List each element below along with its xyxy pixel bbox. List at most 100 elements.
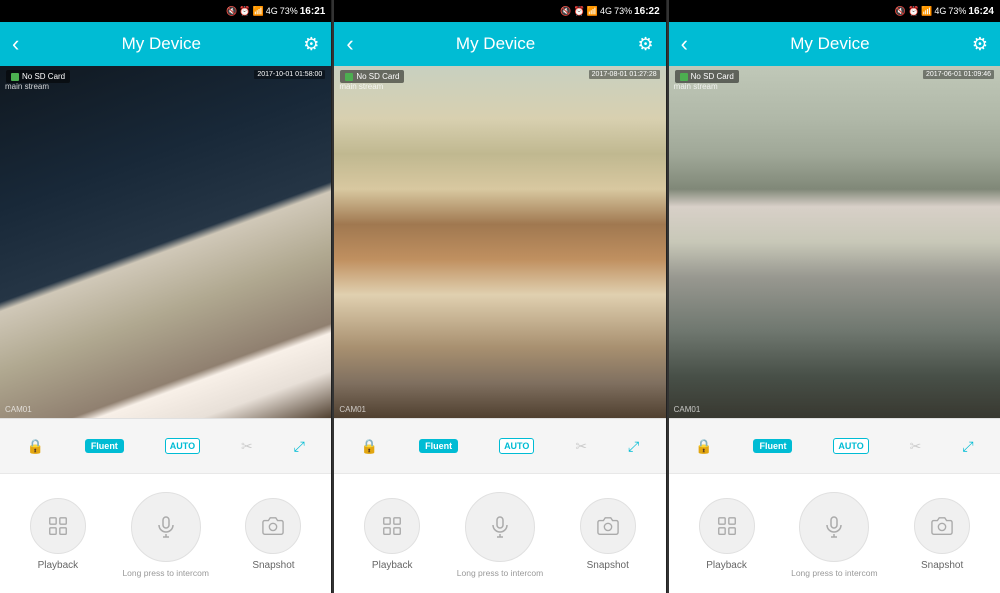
intercom-button-label: Long press to intercom <box>791 568 877 578</box>
snapshot-button[interactable]: Snapshot <box>554 498 662 571</box>
device-panel-3: 🔇 ⏰ 📶 4G 73% 16:24 ‹ My Device ⚙ No SD C… <box>669 0 1000 593</box>
intercom-button[interactable]: Long press to intercom <box>446 492 554 578</box>
fluent-badge: Fluent <box>85 439 124 453</box>
scissors-button[interactable]: ✂ <box>575 438 587 455</box>
scissors-icon: ✂ <box>575 438 587 455</box>
lock-icon: 🔒 <box>26 438 43 455</box>
status-bar-2: 🔇 ⏰ 📶 4G 73% 16:22 <box>334 0 665 22</box>
intercom-button[interactable]: Long press to intercom <box>112 492 220 578</box>
auto-button[interactable]: AUTO <box>499 438 534 454</box>
controls-bar-2: 🔒 Fluent AUTO ✂ ⤢ <box>334 418 665 473</box>
scissors-button[interactable]: ✂ <box>910 438 922 455</box>
sd-card-label: No SD Card <box>22 72 65 81</box>
stream-label: main stream <box>674 82 718 91</box>
settings-button[interactable]: ⚙ <box>303 34 319 55</box>
auto-button[interactable]: AUTO <box>165 438 200 454</box>
time-display: 16:21 <box>300 6 326 17</box>
expand-button[interactable]: ⤢ <box>962 438 973 455</box>
fluent-button[interactable]: Fluent <box>753 439 792 453</box>
back-button[interactable]: ‹ <box>12 31 19 57</box>
expand-button[interactable]: ⤢ <box>294 438 305 455</box>
back-button[interactable]: ‹ <box>346 31 353 57</box>
snapshot-icon <box>597 515 619 537</box>
device-panel-2: 🔇 ⏰ 📶 4G 73% 16:22 ‹ My Device ⚙ No SD C… <box>334 0 666 593</box>
main-layout: 🔇 ⏰ 📶 4G 73% 16:21 ‹ My Device ⚙ No SD C… <box>0 0 1000 593</box>
camera-timestamp: 2017-06-01 01:09:46 <box>923 70 994 79</box>
cam-id-label: CAM01 <box>5 405 32 414</box>
page-title: My Device <box>19 34 303 54</box>
page-title: My Device <box>354 34 638 54</box>
scissors-button[interactable]: ✂ <box>241 438 253 455</box>
snapshot-button-circle <box>245 498 301 554</box>
auto-button[interactable]: AUTO <box>833 438 868 454</box>
settings-button[interactable]: ⚙ <box>972 34 988 55</box>
playback-button[interactable]: Playback <box>673 498 781 571</box>
top-bar-3: ‹ My Device ⚙ <box>669 22 1000 66</box>
wifi-icon: 📶 <box>253 6 264 17</box>
wifi-icon: 📶 <box>921 6 932 17</box>
cam-id-label: CAM01 <box>674 405 701 414</box>
snapshot-button-circle <box>914 498 970 554</box>
playback-button-label: Playback <box>38 560 79 571</box>
sd-dot-icon <box>11 73 19 81</box>
playback-button[interactable]: Playback <box>338 498 446 571</box>
mute-icon: 🔇 <box>560 6 571 17</box>
action-bar-3: Playback Long press to intercom <box>669 473 1000 593</box>
playback-button[interactable]: Playback <box>4 498 112 571</box>
fluent-button[interactable]: Fluent <box>85 439 124 453</box>
network-icon: 4G <box>934 6 946 16</box>
time-display: 16:22 <box>634 6 660 17</box>
wifi-icon: 📶 <box>587 6 598 17</box>
status-bar-3: 🔇 ⏰ 📶 4G 73% 16:24 <box>669 0 1000 22</box>
camera-overlay-3: No SD Card 2017-06-01 01:09:46 <box>669 66 1000 87</box>
status-icons: 🔇 ⏰ 📶 4G 73% 16:22 <box>560 6 659 17</box>
camera-timestamp: 2017-08-01 01:27:28 <box>589 70 660 79</box>
microphone-icon <box>822 515 846 539</box>
top-bar-1: ‹ My Device ⚙ <box>0 22 331 66</box>
lock-icon: 🔒 <box>361 438 378 455</box>
alarm-icon: ⏰ <box>908 6 919 17</box>
lock-icon: 🔒 <box>695 438 712 455</box>
action-bar-2: Playback Long press to intercom <box>334 473 665 593</box>
fluent-badge: Fluent <box>753 439 792 453</box>
top-bar-2: ‹ My Device ⚙ <box>334 22 665 66</box>
camera-view-2[interactable]: No SD Card 2017-08-01 01:27:28 main stre… <box>334 66 665 418</box>
controls-bar-1: 🔒 Fluent AUTO ✂ ⤢ <box>0 418 331 473</box>
camera-overlay-2: No SD Card 2017-08-01 01:27:28 <box>334 66 665 87</box>
auto-badge: AUTO <box>499 438 534 454</box>
battery-icon: 73% <box>280 6 298 16</box>
camera-timestamp: 2017-10-01 01:58:00 <box>254 70 325 79</box>
snapshot-button[interactable]: Snapshot <box>220 498 328 571</box>
playback-icon <box>716 515 738 537</box>
playback-button-circle <box>364 498 420 554</box>
scissors-icon: ✂ <box>241 438 253 455</box>
snapshot-button[interactable]: Snapshot <box>888 498 996 571</box>
fluent-badge: Fluent <box>419 439 458 453</box>
snapshot-button-label: Snapshot <box>252 560 294 571</box>
action-bar-1: Playback Long press to intercom <box>0 473 331 593</box>
microphone-icon <box>154 515 178 539</box>
time-display: 16:24 <box>968 6 994 17</box>
alarm-icon: ⏰ <box>574 6 585 17</box>
lock-button[interactable]: 🔒 <box>26 438 43 455</box>
snapshot-button-label: Snapshot <box>587 560 629 571</box>
settings-button[interactable]: ⚙ <box>638 34 654 55</box>
microphone-icon <box>488 515 512 539</box>
camera-view-3[interactable]: No SD Card 2017-06-01 01:09:46 main stre… <box>669 66 1000 418</box>
lock-button[interactable]: 🔒 <box>695 438 712 455</box>
playback-button-circle <box>30 498 86 554</box>
intercom-button[interactable]: Long press to intercom <box>780 492 888 578</box>
stream-label: main stream <box>339 82 383 91</box>
intercom-button-circle <box>799 492 869 562</box>
expand-button[interactable]: ⤢ <box>628 438 639 455</box>
page-title: My Device <box>688 34 972 54</box>
fluent-button[interactable]: Fluent <box>419 439 458 453</box>
snapshot-icon <box>931 515 953 537</box>
back-button[interactable]: ‹ <box>681 31 688 57</box>
intercom-button-circle <box>131 492 201 562</box>
camera-view-1[interactable]: No SD Card 2017-10-01 01:58:00 main stre… <box>0 66 331 418</box>
snapshot-button-label: Snapshot <box>921 560 963 571</box>
snapshot-button-circle <box>580 498 636 554</box>
battery-icon: 73% <box>948 6 966 16</box>
lock-button[interactable]: 🔒 <box>361 438 378 455</box>
